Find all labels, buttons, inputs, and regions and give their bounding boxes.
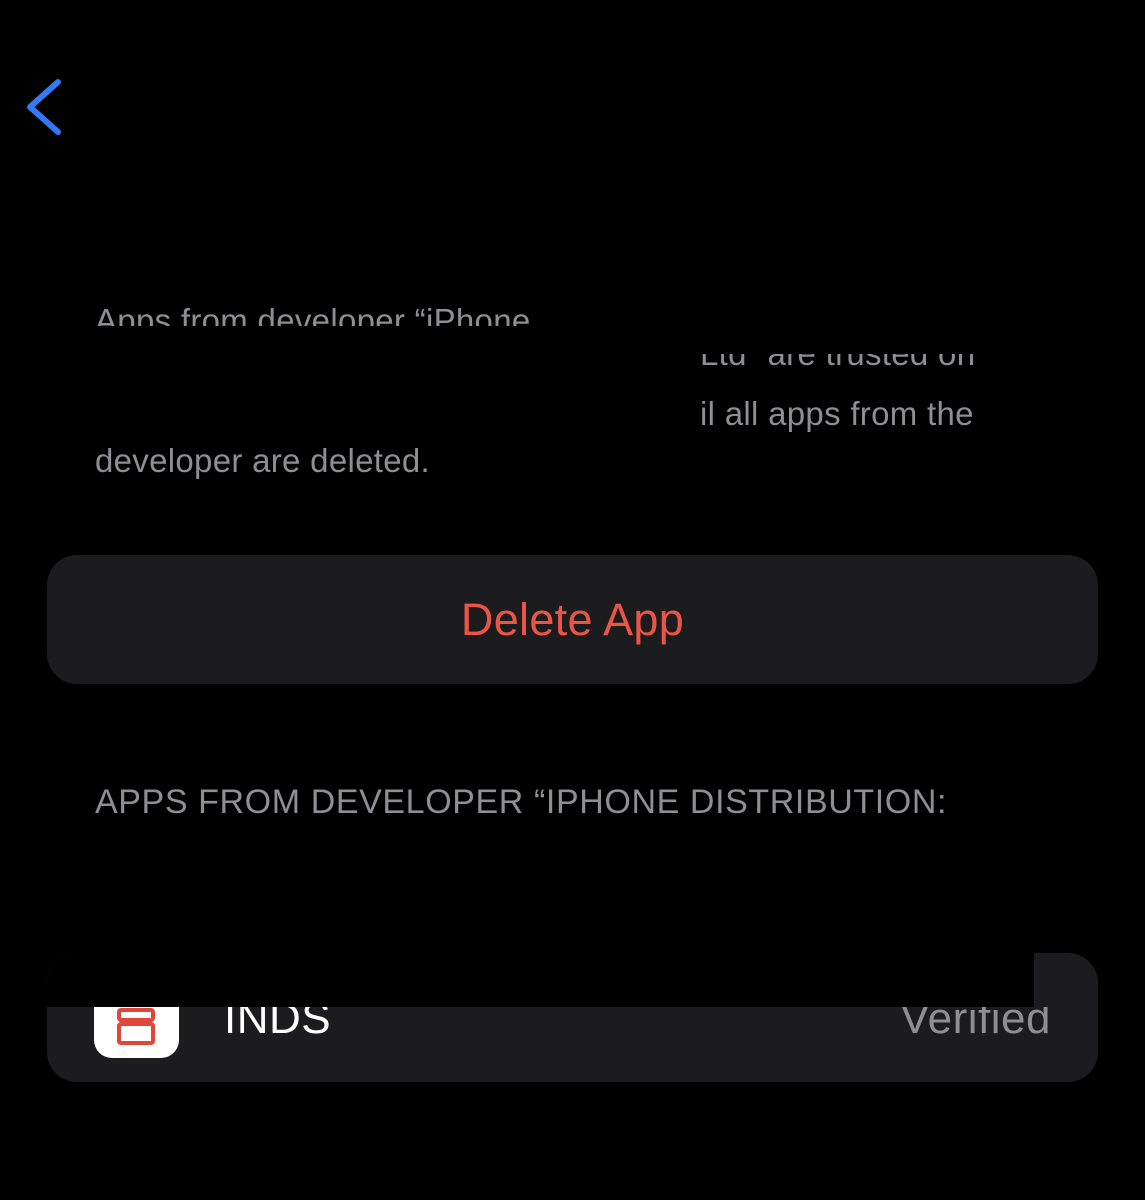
delete-app-button[interactable]: Delete App (47, 555, 1098, 684)
description-line-4: developer are deleted. (95, 442, 431, 479)
back-button[interactable] (22, 76, 66, 138)
app-status-container: Verified (900, 1007, 1051, 1047)
chevron-left-icon (27, 79, 61, 135)
trust-description: Apps from developer “iPhone Ltd” are tru… (95, 290, 1055, 490)
calendar-icon (117, 1008, 155, 1045)
apps-section-header: APPS FROM DEVELOPER “IPHONE DISTRIBUTION… (95, 783, 948, 821)
delete-app-label: Delete App (460, 593, 685, 645)
card-overlap-mask (47, 953, 1034, 1007)
description-line-1: Apps from developer “iPhone (95, 302, 531, 326)
description-line-3: il all apps from the (700, 395, 974, 432)
app-status: Verified (900, 1007, 1051, 1043)
app-name: INDS (224, 1007, 332, 1043)
app-icon (94, 1007, 179, 1058)
app-icon-container (94, 1007, 179, 1058)
app-name-container: INDS (224, 1007, 331, 1047)
apps-list: INDS Verified (47, 953, 1098, 1082)
description-line-2: Ltd” are trusted on (700, 354, 975, 377)
